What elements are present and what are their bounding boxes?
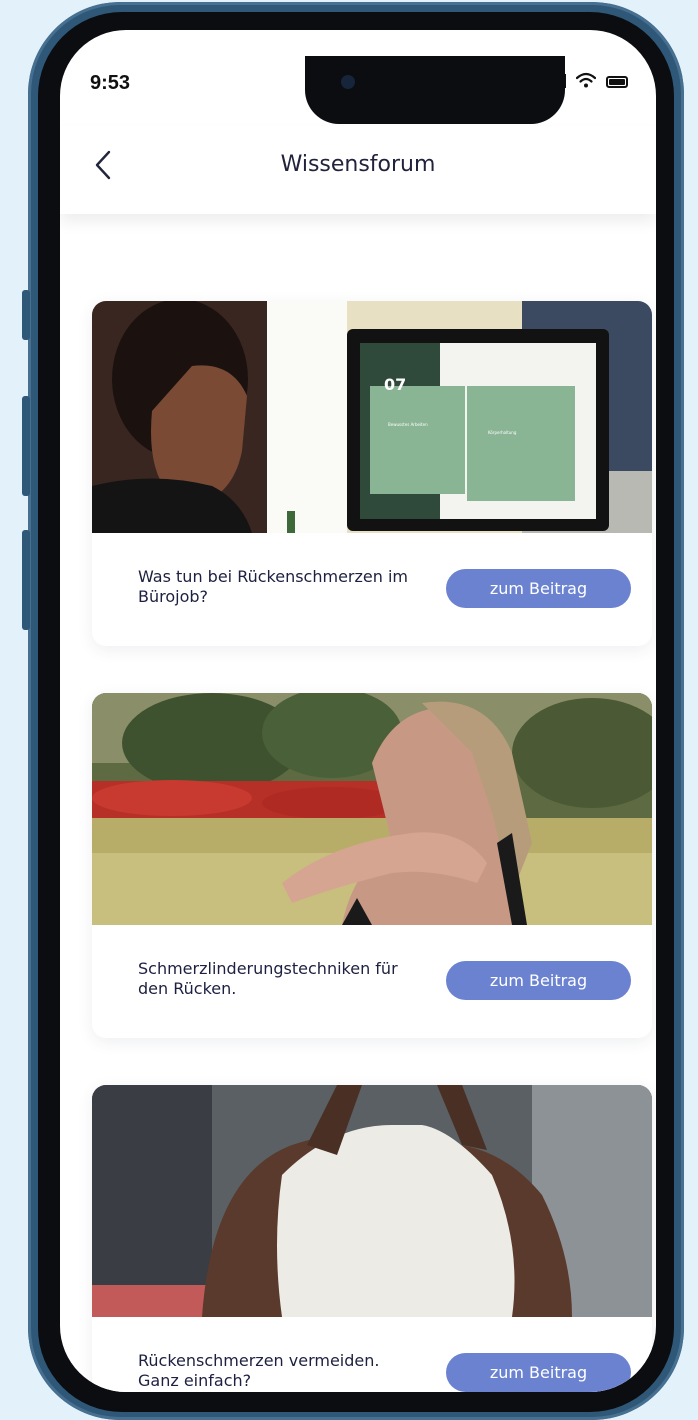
read-post-button[interactable]: zum Beitrag — [446, 569, 631, 608]
post-card-body: Rückenschmerzen vermeiden. Ganz einfach?… — [92, 1317, 652, 1392]
slide-card-1-label: Bewusstes Arbeiten — [388, 422, 428, 427]
phone-volume-up-button — [22, 396, 30, 496]
post-card-body: Schmerzlinderungstechniken für den Rücke… — [92, 925, 652, 1038]
post-card: 07 Bewusstes Arbeiten Körperhaltung Was … — [92, 301, 652, 646]
read-post-button[interactable]: zum Beitrag — [446, 1353, 631, 1392]
post-card: Rückenschmerzen vermeiden. Ganz einfach?… — [92, 1085, 652, 1392]
app-header: Wissensforum — [60, 126, 656, 214]
post-card: Schmerzlinderungstechniken für den Rücke… — [92, 693, 652, 1038]
post-title: Schmerzlinderungstechniken für den Rücke… — [138, 959, 398, 998]
post-card-body: Was tun bei Rückenschmerzen im Bürojob? … — [92, 533, 652, 646]
phone-volume-down-button — [22, 530, 30, 630]
page-title: Wissensforum — [280, 152, 436, 177]
post-image-back — [92, 1085, 652, 1317]
front-camera — [341, 75, 355, 89]
slide-card-2-label: Körperhaltung — [488, 430, 517, 435]
slide-number: 07 — [384, 375, 406, 394]
app-screen: 9:53 Wissensforum 07 Bewusstes Arbeiten … — [60, 30, 656, 1392]
status-time: 9:53 — [90, 72, 131, 94]
wifi-icon — [576, 72, 596, 88]
post-title: Rückenschmerzen vermeiden. Ganz einfach? — [138, 1351, 380, 1390]
post-image-shoulder — [92, 693, 652, 925]
post-image-office: 07 Bewusstes Arbeiten Körperhaltung — [92, 301, 652, 533]
battery-icon — [606, 76, 628, 88]
post-title: Was tun bei Rückenschmerzen im Bürojob? — [138, 567, 408, 606]
phone-side-button — [22, 290, 30, 340]
read-post-button[interactable]: zum Beitrag — [446, 961, 631, 1000]
phone-notch — [305, 56, 565, 124]
